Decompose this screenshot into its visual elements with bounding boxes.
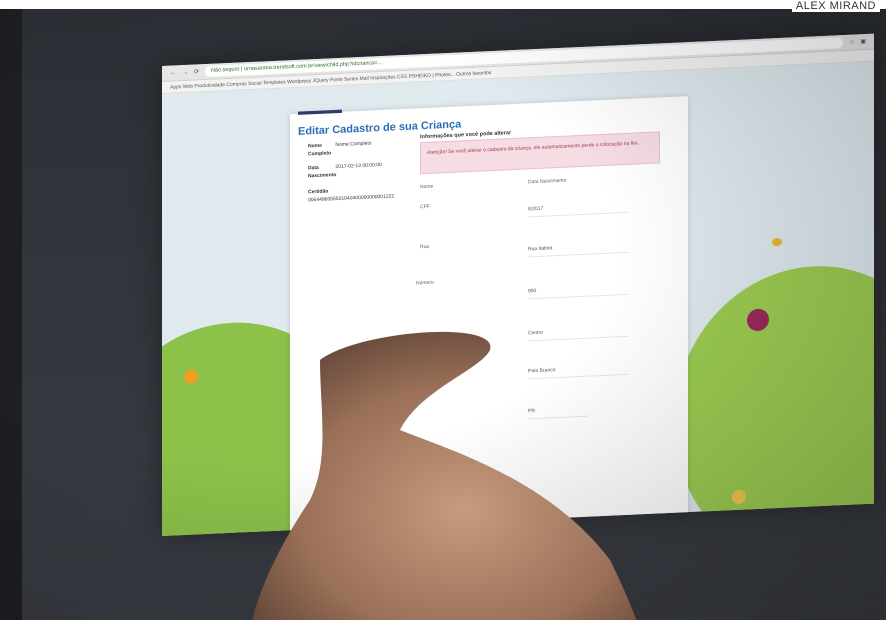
certidao-row: Certidão — [308, 188, 334, 195]
nome-label: Nome — [308, 142, 322, 150]
cpf-label: CPF — [420, 203, 430, 211]
background-hill-right — [674, 260, 874, 536]
nascimento-label: Nascimento — [308, 172, 337, 180]
nome-field-label: Nome — [420, 183, 434, 191]
forward-icon[interactable]: → — [182, 69, 188, 75]
star-icon[interactable]: ☆ — [849, 39, 854, 46]
photo: ALEX MIRAND ← → ⟳ Não seguro | urnasaran… — [0, 0, 886, 620]
data-label: Data — [308, 164, 319, 172]
hand-pointing — [252, 331, 637, 620]
data-nascimento-input[interactable]: 8/2017 — [528, 198, 628, 218]
certidao-value: 0064496055501040400000000001222 — [308, 193, 395, 204]
nome-row: Nome Nome Completo — [308, 140, 372, 149]
completo-label: Completo — [308, 150, 332, 158]
data-value: 2017-02-13 00:00:00 — [335, 162, 382, 171]
rua-input[interactable]: Rua Itabira — [528, 238, 628, 258]
rua-label: Rua — [420, 243, 430, 251]
numero-input[interactable]: 900 — [528, 280, 628, 300]
certidao-label: Certidão — [308, 188, 329, 196]
back-icon[interactable]: ← — [170, 70, 176, 76]
site-logo: ▬▬▬▬ — [298, 103, 342, 118]
nome-value: Nome Completo — [335, 140, 372, 149]
photo-credit: ALEX MIRAND — [791, 0, 880, 12]
extensions-icon[interactable]: ▣ — [860, 38, 866, 45]
data-nascimento-label: Data Nascimento — [528, 177, 567, 186]
bee-decoration — [772, 237, 782, 247]
nascimento-row: Nascimento — [308, 172, 337, 180]
completo-row: Completo — [308, 150, 334, 157]
numero-label: Número — [416, 279, 434, 287]
reload-icon[interactable]: ⟳ — [194, 68, 199, 75]
data-row: Data 2017-02-13 00:00:00 — [308, 162, 382, 171]
top-strip — [0, 0, 886, 9]
monitor-bezel — [0, 9, 22, 620]
